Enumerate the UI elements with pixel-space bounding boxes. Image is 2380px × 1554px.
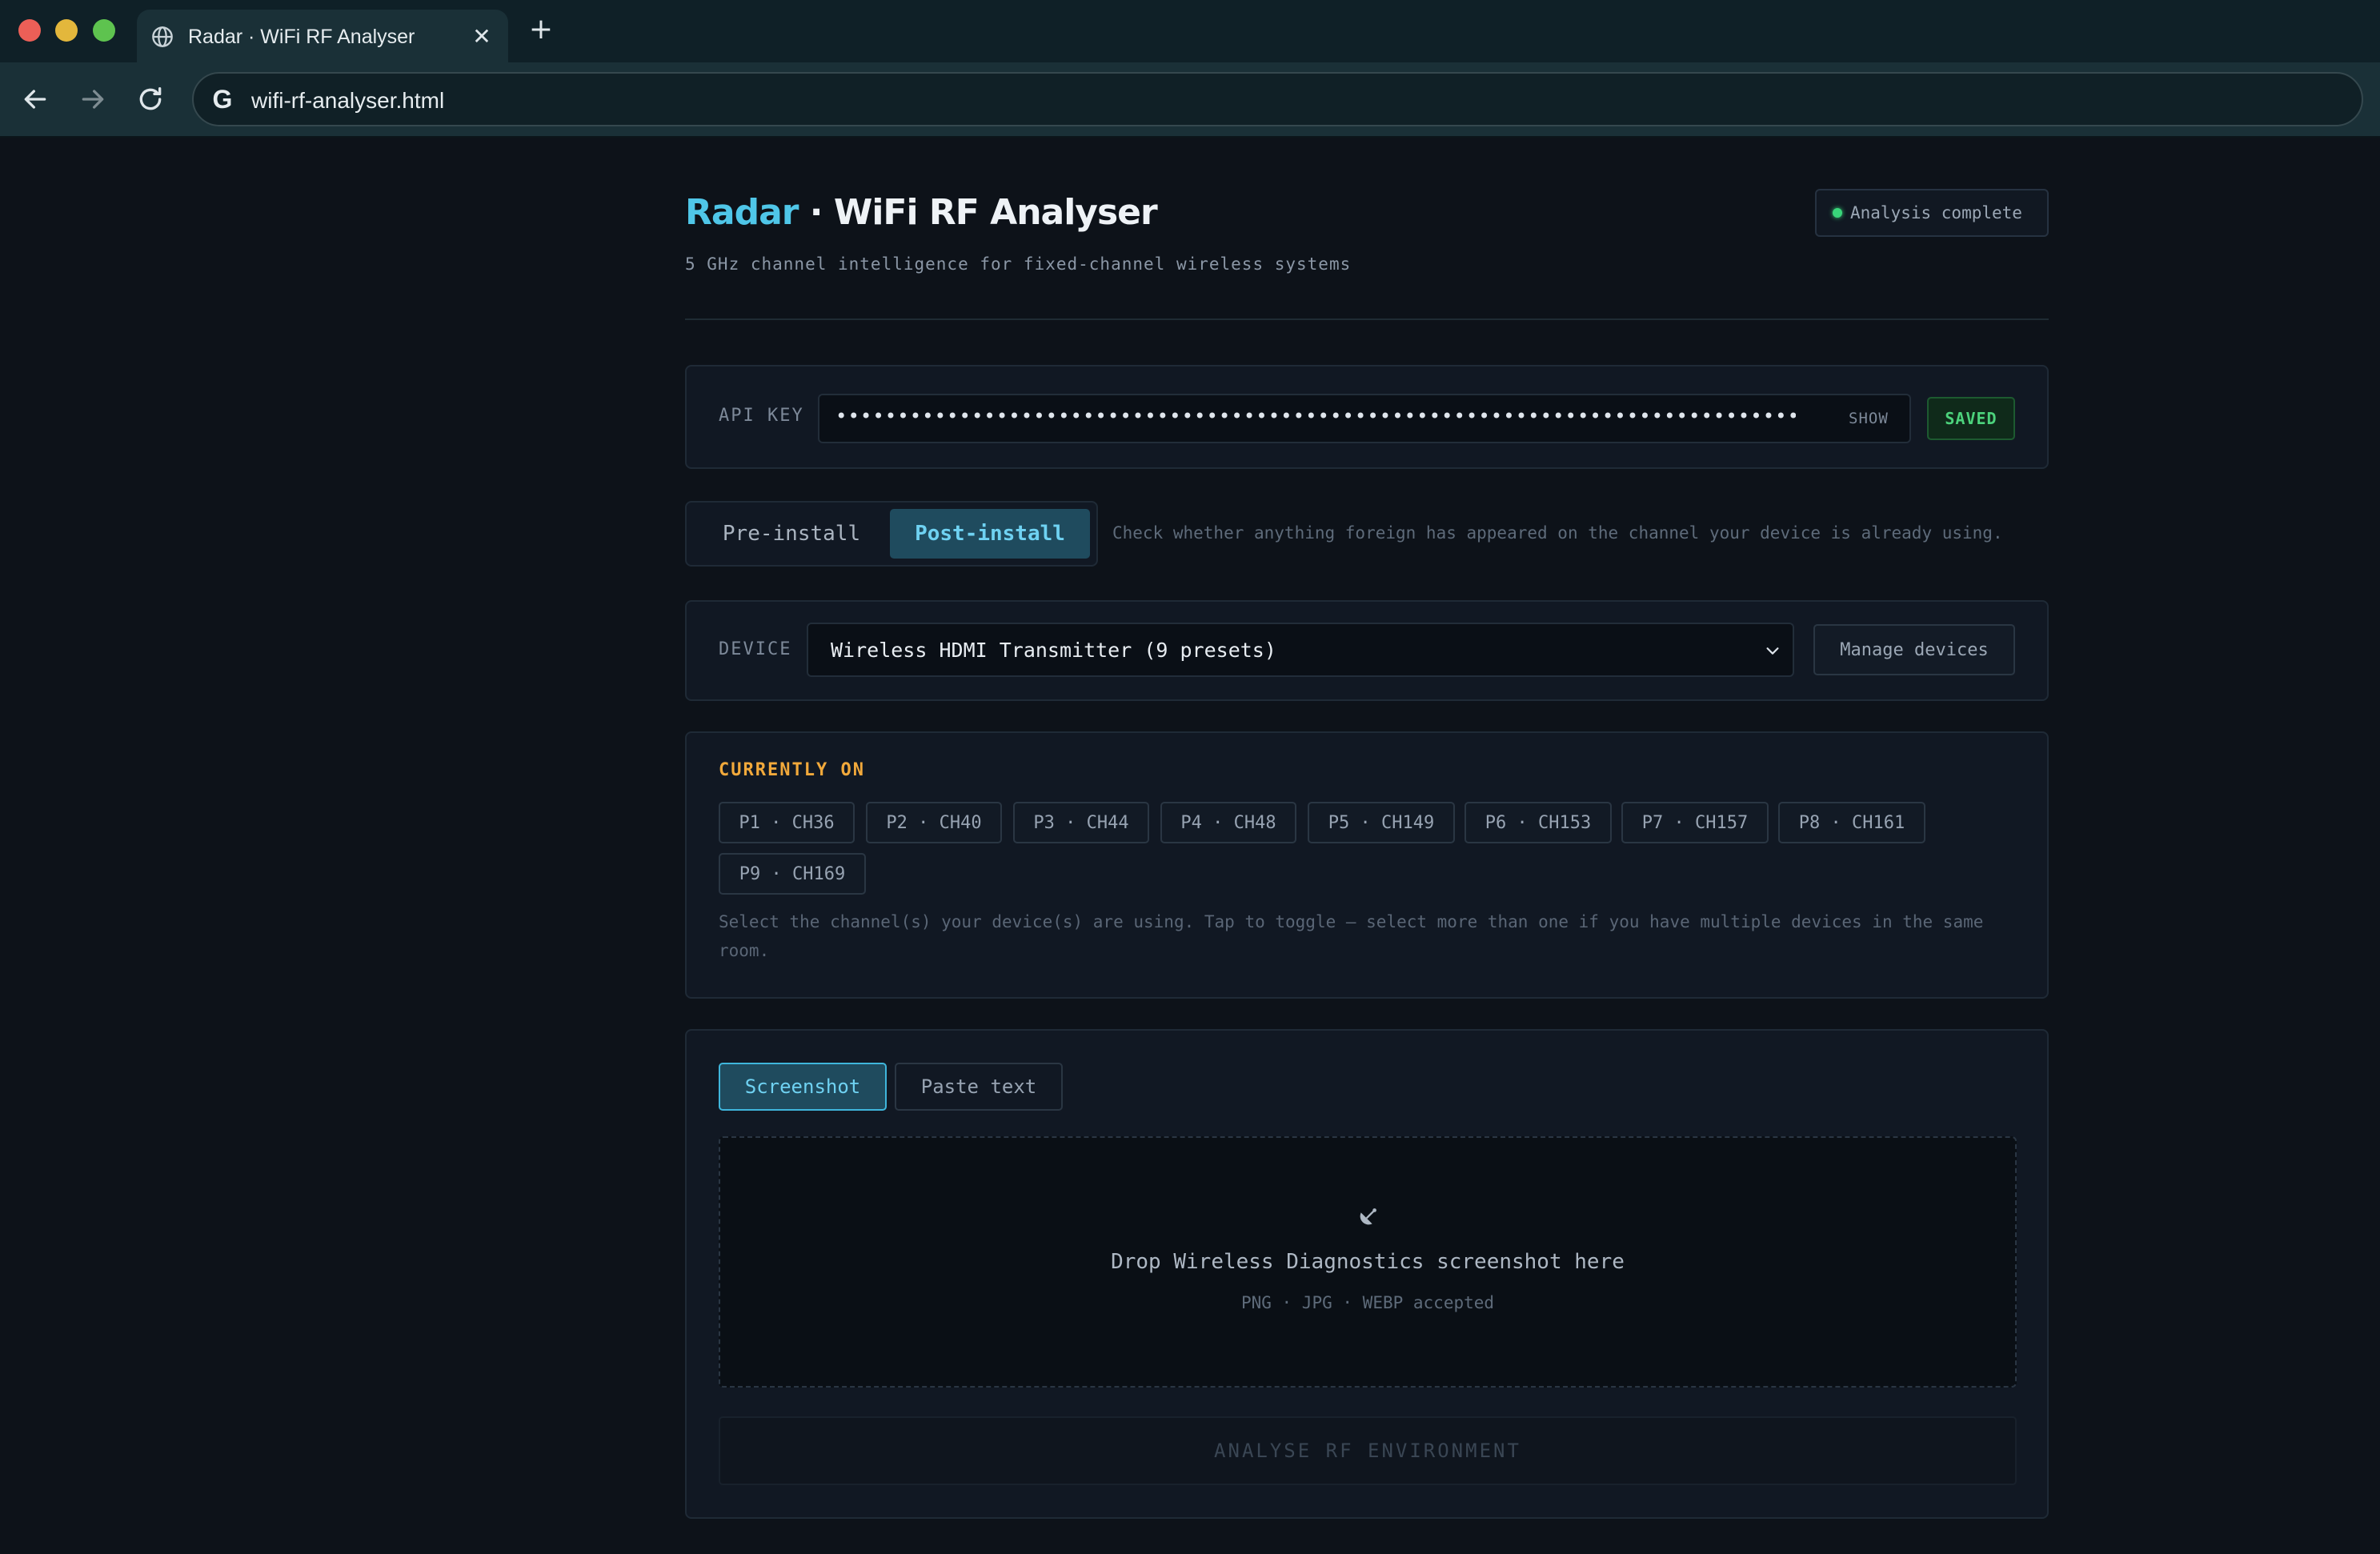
tab-title: Radar · WiFi RF Analyser — [188, 26, 415, 48]
back-arrow-icon[interactable] — [19, 83, 51, 115]
saved-badge: SAVED — [1927, 397, 2015, 440]
forward-arrow-icon[interactable] — [77, 83, 109, 115]
dropzone-title: Drop Wireless Diagnostics screenshot her… — [1111, 1250, 1625, 1274]
brand-rest: · WiFi RF Analyser — [798, 192, 1158, 233]
device-selected-value: Wireless HDMI Transmitter (9 presets) — [831, 639, 1276, 662]
show-key-button[interactable]: SHOW — [1849, 410, 1889, 427]
api-key-label: API KEY — [719, 406, 804, 426]
address-url: wifi-rf-analyser.html — [251, 88, 445, 113]
preset-chip[interactable]: P2 · CH40 — [866, 802, 1002, 843]
satellite-dish-icon — [1360, 1208, 1376, 1225]
manage-devices-button[interactable]: Manage devices — [1813, 624, 2015, 675]
address-bar[interactable]: G wifi-rf-analyser.html — [192, 72, 2363, 126]
device-select[interactable]: Wireless HDMI Transmitter (9 presets) — [807, 623, 1794, 677]
reload-icon[interactable] — [134, 83, 166, 115]
device-card: DEVICE Wireless HDMI Transmitter (9 pres… — [685, 600, 2049, 701]
api-key-card: API KEY ••••••••••••••••••••••••••••••••… — [685, 365, 2049, 469]
window-close-button[interactable] — [18, 19, 41, 42]
dropzone-subtitle: PNG · JPG · WEBP accepted — [1240, 1293, 1495, 1312]
browser-tab-bar: Radar · WiFi RF Analyser ✕ + — [0, 0, 2380, 62]
screenshot-dropzone[interactable]: Drop Wireless Diagnostics screenshot her… — [719, 1136, 2017, 1388]
currently-on-hint: Select the channel(s) your device(s) are… — [719, 912, 1984, 960]
browser-tab[interactable]: Radar · WiFi RF Analyser ✕ — [137, 10, 508, 62]
preset-chip[interactable]: P8 · CH161 — [1778, 802, 1925, 843]
preset-chip[interactable]: P4 · CH48 — [1160, 802, 1296, 843]
analyse-button[interactable]: ANALYSE RF ENVIRONMENT — [719, 1416, 2017, 1485]
new-tab-icon[interactable]: + — [525, 13, 557, 46]
mode-hint: Check whether anything foreign has appea… — [1112, 523, 2003, 543]
device-label: DEVICE — [719, 639, 792, 659]
currently-on-title: CURRENTLY ON — [719, 760, 865, 780]
tab-paste-text[interactable]: Paste text — [895, 1063, 1063, 1111]
status-text: Analysis complete — [1850, 203, 2022, 222]
window-maximize-button[interactable] — [93, 19, 115, 42]
tab-screenshot[interactable]: Screenshot — [719, 1063, 887, 1111]
preset-chip[interactable]: P9 · CH169 — [719, 853, 866, 895]
google-icon: G — [212, 84, 233, 114]
page-subtitle: 5 GHz channel intelligence for fixed-cha… — [685, 254, 1352, 274]
browser-toolbar: G wifi-rf-analyser.html — [0, 62, 2380, 138]
window-minimize-button[interactable] — [55, 19, 78, 42]
api-key-value: ••••••••••••••••••••••••••••••••••••••••… — [835, 405, 1796, 427]
preset-chip[interactable]: P3 · CH44 — [1013, 802, 1149, 843]
mode-pre-install-button[interactable]: Pre-install — [693, 509, 890, 559]
preset-chip[interactable]: P6 · CH153 — [1464, 802, 1612, 843]
close-tab-icon[interactable]: ✕ — [468, 22, 495, 50]
status-dot-icon — [1833, 208, 1842, 218]
chevron-down-icon — [1766, 647, 1779, 655]
globe-icon — [152, 26, 173, 47]
mode-toggle: Pre-install Post-install — [685, 501, 1098, 567]
brand-accent: Radar — [685, 192, 799, 233]
mode-post-install-button[interactable]: Post-install — [890, 509, 1090, 559]
preset-chip[interactable]: P1 · CH36 — [719, 802, 855, 843]
api-key-input[interactable]: ••••••••••••••••••••••••••••••••••••••••… — [818, 394, 1911, 443]
page-content: Radar · WiFi RF Analyser 5 GHz channel i… — [0, 138, 2380, 1554]
input-card: Screenshot Paste text Drop Wireless Diag… — [685, 1029, 2049, 1519]
currently-on-card: CURRENTLY ON P1 · CH36 P2 · CH40 P3 · CH… — [685, 731, 2049, 999]
preset-chip[interactable]: P7 · CH157 — [1621, 802, 1769, 843]
page-title: Radar · WiFi RF Analyser — [685, 192, 1158, 233]
header-divider — [685, 318, 2049, 320]
preset-chip[interactable]: P5 · CH149 — [1308, 802, 1455, 843]
status-badge: Analysis complete — [1815, 189, 2049, 237]
